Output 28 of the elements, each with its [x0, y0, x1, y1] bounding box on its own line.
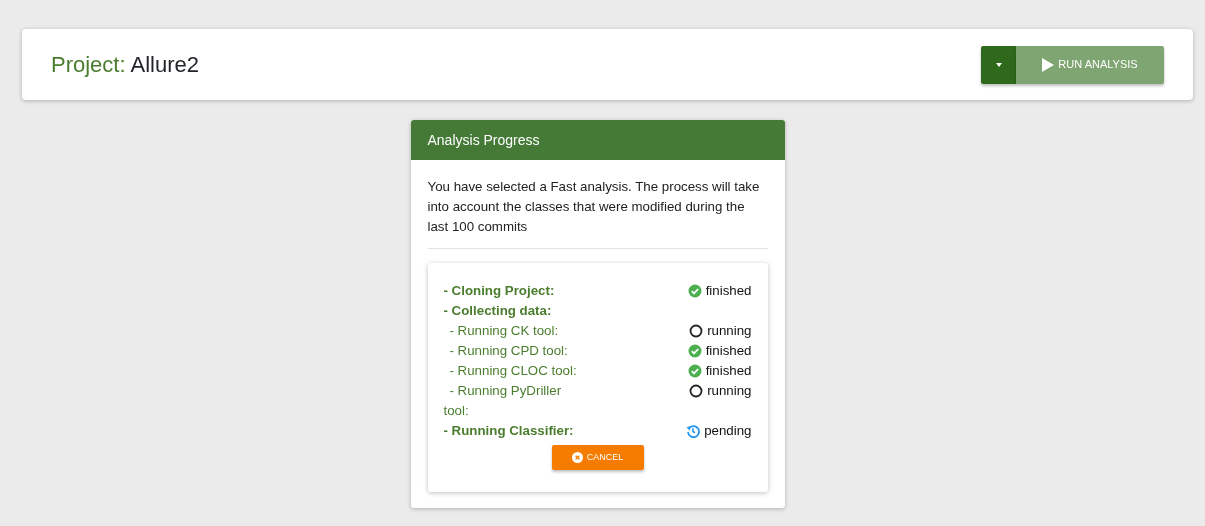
play-icon [1042, 57, 1055, 72]
step-label: - Cloning Project: [443, 282, 556, 300]
close-icon [571, 452, 583, 463]
run-analysis-button[interactable]: RUN ANALYSIS [1016, 45, 1164, 84]
status-text: running [707, 382, 752, 400]
history-icon [686, 424, 701, 438]
status-text: pending [704, 422, 752, 440]
circle-icon [689, 384, 704, 398]
caret-icon [995, 62, 1002, 67]
status-text: finished [705, 362, 752, 380]
check-circle-icon [687, 344, 702, 358]
step-label: - Collecting data: [443, 302, 553, 320]
status-text: finished [705, 282, 752, 300]
description-text: You have selected a Fast analysis. The process will take into account the classes that were modified during the last 100 commits [427, 178, 761, 236]
project-title: Project: Allure2 [51, 51, 199, 79]
dropdown-button[interactable] [981, 45, 1016, 84]
step-label: - Running CPD tool: [448, 342, 569, 360]
step-label: - Running Classifier: [443, 422, 575, 440]
status-text: finished [705, 342, 752, 360]
step-label: - Running CLOC tool: [448, 362, 578, 380]
status-text: running [707, 322, 752, 340]
step-label: - Running PyDriller tool: [443, 382, 563, 420]
check-circle-icon [687, 364, 702, 378]
circle-icon [689, 324, 704, 338]
card-title: Analysis Progress [427, 130, 540, 150]
cancel-button[interactable]: CANCEL [551, 445, 644, 470]
step-label: - Running CK tool: [448, 322, 560, 340]
check-circle-icon [687, 284, 702, 298]
